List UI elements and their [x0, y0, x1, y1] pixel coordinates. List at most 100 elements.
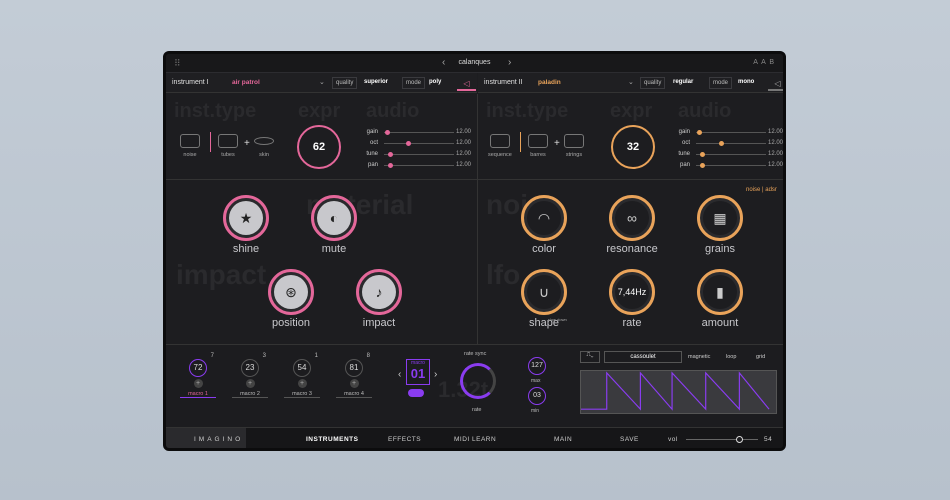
slider-track[interactable] — [696, 165, 766, 166]
max-knob[interactable]: 127 — [528, 357, 546, 375]
main-menu-button[interactable]: MAIN — [554, 436, 572, 443]
slider-value: 12.00 — [768, 140, 784, 146]
type-barres[interactable]: barres — [528, 134, 548, 158]
slider-track[interactable] — [384, 132, 454, 133]
instrument-1-preset[interactable]: air patrol — [232, 79, 260, 86]
macro-selector[interactable]: macro 01 — [406, 359, 430, 385]
speaker-icon[interactable]: ◁ — [768, 76, 783, 91]
footer-bar: IMAGINO INSTRUMENTS EFFECTS MIDI LEARN M… — [166, 427, 783, 448]
position-knob[interactable]: ⊛ — [268, 269, 314, 315]
type-sequence[interactable]: sequence — [488, 134, 512, 158]
amount-knob[interactable]: ▮ — [697, 269, 743, 315]
quality-select[interactable]: regular — [673, 79, 693, 85]
instrument-2-preset[interactable]: paladin — [538, 79, 561, 86]
slider-label: gain — [678, 129, 690, 135]
slider-track[interactable] — [384, 165, 454, 166]
slider-oct[interactable]: oct 12.00 — [670, 138, 784, 148]
type-strings[interactable]: strings — [564, 134, 584, 158]
grains-icon: ▦ — [703, 201, 737, 235]
slider-track[interactable] — [384, 154, 454, 155]
quality-select[interactable]: superior — [364, 79, 388, 85]
chevron-down-icon[interactable]: ⌄ — [319, 78, 325, 86]
speaker-icon[interactable]: ◁ — [457, 76, 476, 91]
volume-handle[interactable] — [736, 436, 744, 443]
slider-track[interactable] — [696, 154, 766, 155]
mute-knob[interactable]: ◐ — [311, 195, 357, 241]
slider-track[interactable] — [696, 143, 766, 144]
bg-label: inst.type — [486, 100, 569, 122]
slider-handle[interactable] — [387, 163, 393, 168]
type-skin[interactable]: skin — [254, 134, 274, 158]
save-button[interactable]: SAVE — [620, 436, 639, 443]
midi-learn-tab[interactable]: MIDI LEARN — [454, 436, 496, 443]
grid-toggle[interactable]: grid — [756, 354, 765, 360]
min-knob[interactable]: 03 — [528, 387, 546, 405]
shape-knob[interactable]: ∪ — [521, 269, 567, 315]
slider-track[interactable] — [696, 132, 766, 133]
plus-icon[interactable]: + — [245, 379, 255, 388]
chevron-down-icon[interactable]: ⌄ — [628, 78, 634, 86]
loop-toggle[interactable]: loop — [726, 354, 736, 360]
slider-label: pan — [367, 162, 378, 168]
instrument-1-bar: instrument I air patrol ⌄ quality superi… — [166, 73, 477, 93]
slider-oct[interactable]: oct 12.00 — [358, 138, 488, 148]
color-knob[interactable]: ◠ — [521, 195, 567, 241]
magnetic-toggle[interactable]: magnetic — [688, 354, 710, 360]
effects-tab[interactable]: EFFECTS — [388, 436, 421, 443]
next-preset-button[interactable]: › — [508, 57, 511, 68]
volume-slider[interactable] — [686, 439, 758, 440]
slider-handle[interactable] — [699, 163, 705, 168]
slider-tune[interactable]: tune 12.00 — [670, 149, 783, 159]
slider-handle[interactable] — [697, 130, 703, 135]
position-icon: ⊛ — [274, 275, 308, 309]
slider-pan[interactable]: pan 12.00 — [670, 160, 783, 170]
macro-knob[interactable]: 23 — [241, 359, 259, 377]
expression-knob[interactable]: 62 — [297, 125, 341, 169]
rate-knob[interactable] — [460, 363, 496, 399]
shine-knob[interactable]: ★ — [223, 195, 269, 241]
instrument-2-name: instrument II — [484, 79, 523, 86]
prev-macro-button[interactable]: ‹ — [398, 369, 401, 380]
slider-value: 12.00 — [456, 129, 472, 135]
type-noise[interactable]: noise — [180, 134, 200, 158]
macro-1[interactable]: 7 72 + macro 1 — [180, 353, 216, 398]
plus-icon[interactable]: + — [297, 379, 307, 388]
slider-pan[interactable]: pan 12.00 — [358, 160, 488, 170]
slider-handle[interactable] — [699, 152, 705, 157]
mode-select[interactable]: mono — [738, 79, 754, 85]
macro-knob[interactable]: 54 — [293, 359, 311, 377]
slider-handle[interactable] — [406, 141, 412, 146]
impact-knob[interactable]: ♪ — [356, 269, 402, 315]
slider-handle[interactable] — [719, 141, 725, 146]
plus-icon[interactable]: + — [349, 379, 359, 388]
macro-2[interactable]: 3 23 + macro 2 — [232, 353, 268, 398]
slider-gain[interactable]: gain 12.00 — [670, 127, 783, 137]
macro-knob[interactable]: 81 — [345, 359, 363, 377]
macro-3[interactable]: 1 54 + macro 3 — [284, 353, 320, 398]
instruments-tab[interactable]: INSTRUMENTS — [306, 436, 358, 443]
macro-toggle[interactable] — [408, 389, 424, 397]
volume-label: vol — [668, 436, 678, 443]
waveform-select[interactable]: ⎍⌄ — [580, 351, 600, 363]
rate-knob[interactable]: 7,44Hz — [609, 269, 655, 315]
macro-knob[interactable]: 72 — [189, 359, 207, 377]
slider-tune[interactable]: tune 12.00 — [358, 149, 488, 159]
preset-title[interactable]: calanques — [166, 59, 783, 66]
rate-sync-select[interactable]: rate sync — [464, 351, 486, 357]
grains-knob[interactable]: ▦ — [697, 195, 743, 241]
lfo-graph[interactable] — [580, 370, 777, 414]
slider-value: 12.00 — [456, 151, 472, 157]
slider-handle[interactable] — [387, 152, 393, 157]
plus-icon[interactable]: + — [193, 379, 203, 388]
mode-select[interactable]: poly — [429, 79, 441, 85]
slider-handle[interactable] — [385, 130, 391, 135]
type-tubes[interactable]: tubes — [218, 134, 238, 158]
next-macro-button[interactable]: › — [434, 369, 437, 380]
expression-knob[interactable]: 32 — [611, 125, 655, 169]
slider-gain[interactable]: gain 12.00 — [358, 127, 488, 137]
macro-4[interactable]: 8 81 + macro 4 — [336, 353, 372, 398]
noise-adsr-toggle[interactable]: noise | adsr — [746, 187, 777, 193]
lfo-preset-select[interactable]: cassoulet — [604, 351, 682, 363]
slider-track[interactable] — [384, 143, 454, 144]
resonance-knob[interactable]: ∞ — [609, 195, 655, 241]
